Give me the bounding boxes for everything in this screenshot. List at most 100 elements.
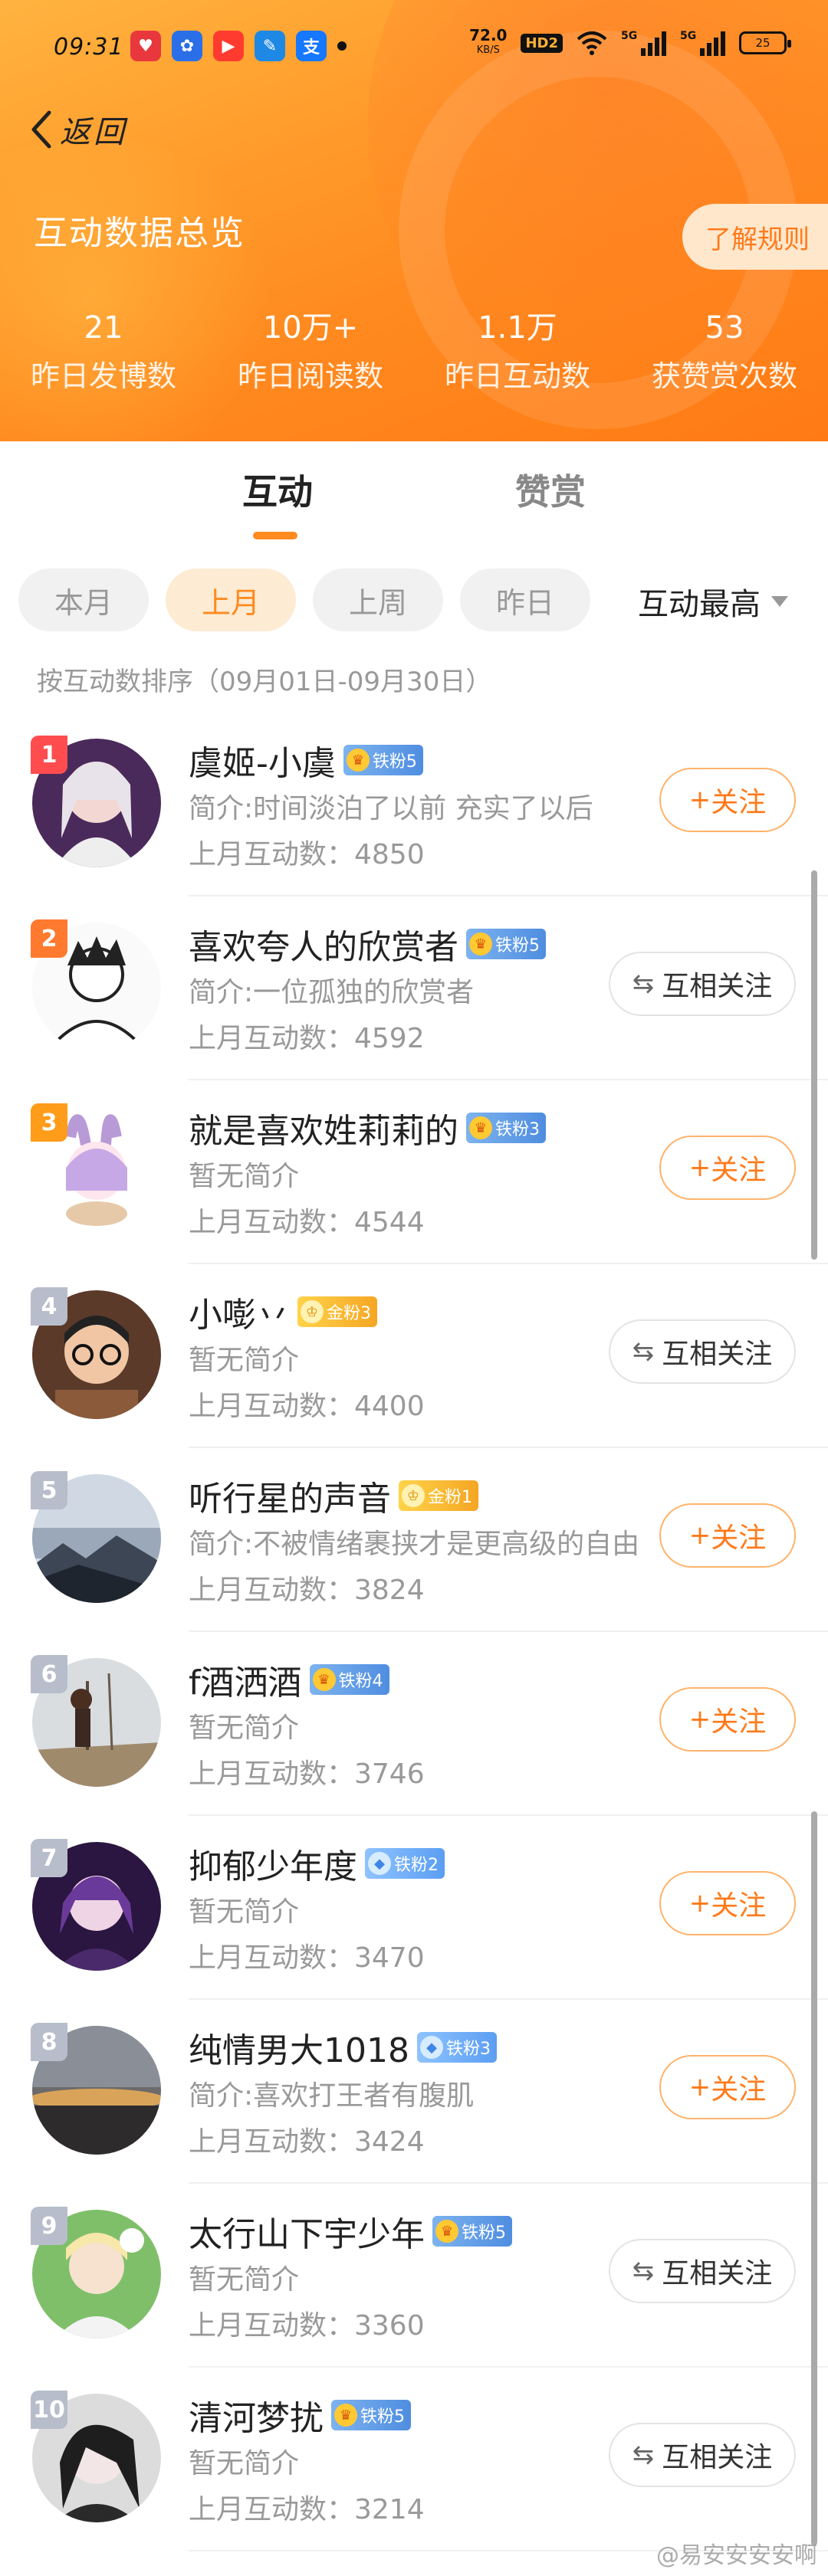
user-name[interactable]: 小嘭丷: [189, 1287, 290, 1336]
interaction-count: 上月互动数：3746: [189, 1758, 425, 1790]
crown-icon: ♛: [312, 1668, 336, 1691]
action-label: 关注: [711, 787, 767, 818]
interaction-count: 上月互动数：3470: [189, 1942, 425, 1974]
mutual-follow-icon: ⇆: [632, 1336, 655, 1367]
interaction-count: 上月互动数：4400: [189, 1391, 425, 1422]
fan-badge-label: 铁粉3: [495, 1120, 540, 1139]
period-filter: 本月 上月 上周 昨日: [18, 569, 590, 631]
fan-badge: ◆ 铁粉3: [416, 2032, 497, 2063]
list-item[interactable]: 4 小嘭丷 ♔ 金粉3 暂无简介 上月互动数：4400 ⇆ 互相关注: [0, 1264, 828, 1448]
user-intro: 简介:一位孤独的欣赏者: [189, 977, 475, 1008]
list-item[interactable]: 8 纯情男大1018 ◆ 铁粉3 简介:喜欢打王者有腹肌 上月互动数：3424 + 关注: [0, 2000, 828, 2184]
chevron-left-icon: [31, 110, 51, 149]
crown-icon: ♛: [334, 2404, 357, 2427]
user-name[interactable]: 就是喜欢姓莉莉的: [189, 1103, 458, 1152]
status-time: 09:31: [54, 34, 124, 61]
interaction-count: 上月互动数：3424: [189, 2126, 425, 2158]
action-label: 关注: [711, 2074, 767, 2106]
rules-button[interactable]: 了解规则: [682, 204, 828, 270]
stat-posts[interactable]: 21 昨日发博数: [0, 306, 207, 403]
video-app-icon: ▶: [213, 31, 244, 61]
user-name[interactable]: 喜欢夸人的欣赏者: [189, 919, 458, 968]
follow-button[interactable]: + 关注: [659, 1871, 796, 1935]
scrollbar[interactable]: [811, 870, 817, 1260]
interaction-count: 上月互动数：3214: [189, 2494, 425, 2525]
sort-label: 互动最高: [638, 587, 761, 622]
back-button[interactable]: 返回: [28, 107, 127, 152]
fan-badge: ♛ 铁粉5: [331, 2400, 411, 2430]
stats-row: 21 昨日发博数 10万+ 昨日阅读数 1.1万 昨日互动数 53 获赞赏次数: [0, 306, 828, 403]
fan-badge: ♛ 铁粉5: [432, 2216, 512, 2247]
list-item[interactable]: 1 虞姬-小虞 ♛ 铁粉5 简介:时间淡泊了以前 充实了以后 上月互动数：4850 + 关注: [0, 713, 828, 896]
user-name[interactable]: 听行星的声音: [189, 1471, 391, 1520]
follow-button[interactable]: + 关注: [659, 1503, 796, 1568]
tab-reward[interactable]: 赞赏: [515, 464, 586, 515]
tab-interaction[interactable]: 互动: [242, 464, 313, 515]
interaction-count: 上月互动数：4850: [189, 839, 425, 870]
scrollbar[interactable]: [811, 1811, 817, 2545]
user-intro: 简介:不被情绪裹挟才是更高级的自由: [189, 1529, 640, 1560]
fan-badge: ♔ 金粉3: [297, 1296, 377, 1327]
fan-badge-label: 铁粉5: [372, 752, 417, 772]
diamond-icon: ◆: [368, 1852, 391, 1875]
stat-interactions[interactable]: 1.1万 昨日互动数: [414, 306, 621, 403]
mutual-follow-icon: ⇆: [632, 2440, 655, 2470]
rank-badge: 8: [31, 2023, 67, 2061]
diamond-icon: ◆: [419, 2036, 443, 2059]
fan-badge: ♔ 金粉1: [399, 1480, 478, 1511]
stat-value: 21: [84, 310, 123, 346]
fan-badge-label: 金粉3: [327, 1304, 371, 1323]
user-name[interactable]: f酒洒酒: [189, 1655, 302, 1704]
stat-label: 昨日互动数: [444, 359, 590, 393]
mutual-follow-button[interactable]: ⇆ 互相关注: [609, 2239, 796, 2303]
list-item[interactable]: 7 抑郁少年度 ◆ 铁粉2 暂无简介 上月互动数：3470 + 关注: [0, 1816, 828, 2000]
wifi-icon: [577, 31, 607, 55]
list-item[interactable]: 9 太行山下宇少年 ♛ 铁粉5 暂无简介 上月互动数：3360 ⇆ 互相关注: [0, 2184, 828, 2368]
follow-button[interactable]: + 关注: [659, 2055, 796, 2119]
mutual-follow-button[interactable]: ⇆ 互相关注: [609, 952, 796, 1016]
fan-badge-label: 金粉1: [428, 1488, 472, 1507]
plus-icon: +: [688, 1152, 711, 1183]
signal-icon: 5G: [621, 30, 666, 56]
app-notification-icon: ♥: [130, 31, 161, 61]
stat-rewards[interactable]: 53 获赞赏次数: [621, 306, 828, 403]
follow-button[interactable]: + 关注: [659, 1136, 796, 1200]
follow-button[interactable]: + 关注: [659, 768, 796, 832]
back-label: 返回: [60, 115, 127, 150]
hd-voice-icon: HD2: [521, 33, 563, 53]
fan-badge-label: 铁粉5: [360, 2407, 405, 2427]
list-item[interactable]: 10 清河梦扰 ♛ 铁粉5 暂无简介 上月互动数：3214 ⇆ 互相关注: [0, 2368, 828, 2551]
caret-down-icon: [771, 596, 788, 607]
mutual-follow-button[interactable]: ⇆ 互相关注: [609, 2423, 796, 2487]
list-item[interactable]: 3 就是喜欢姓莉莉的 ♛ 铁粉3 暂无简介 上月互动数：4544 + 关注: [0, 1080, 828, 1264]
page-title: 互动数据总览: [34, 214, 245, 253]
user-name[interactable]: 清河梦扰: [189, 2391, 324, 2440]
chip-this-month[interactable]: 本月: [18, 569, 149, 631]
rank-badge: 9: [31, 2207, 67, 2245]
user-name[interactable]: 抑郁少年度: [189, 1839, 357, 1888]
gold-crown-icon: ♔: [402, 1484, 425, 1507]
list-item[interactable]: 6 f酒洒酒 ♛ 铁粉4 暂无简介 上月互动数：3746 + 关注: [0, 1632, 828, 1816]
plus-icon: +: [688, 1888, 711, 1919]
fan-badge-label: 铁粉5: [495, 936, 540, 955]
stat-value: 53: [705, 310, 744, 346]
chip-yesterday[interactable]: 昨日: [460, 569, 590, 631]
tab-bar: 互动 赞赏: [0, 464, 828, 549]
user-name[interactable]: 太行山下宇少年: [189, 2207, 425, 2256]
mutual-follow-icon: ⇆: [632, 968, 655, 999]
list-item[interactable]: 2 喜欢夸人的欣赏者 ♛ 铁粉5 简介:一位孤独的欣赏者 上月互动数：4592 ⇆ 互相关注: [0, 896, 828, 1080]
user-name[interactable]: 虞姬-小虞: [189, 736, 336, 785]
rank-badge: 10: [31, 2391, 67, 2429]
follow-button[interactable]: + 关注: [659, 1687, 796, 1752]
interaction-count: 上月互动数：4592: [189, 1023, 425, 1054]
chip-last-month[interactable]: 上月: [166, 569, 296, 631]
sort-dropdown[interactable]: 互动最高: [638, 579, 788, 624]
mutual-follow-button[interactable]: ⇆ 互相关注: [609, 1319, 796, 1384]
fan-badge: ◆ 铁粉2: [365, 1848, 445, 1879]
fan-badge-label: 铁粉2: [394, 1856, 439, 1875]
rank-badge: 3: [31, 1103, 67, 1142]
user-name[interactable]: 纯情男大1018: [189, 2023, 409, 2072]
list-item[interactable]: 5 听行星的声音 ♔ 金粉1 简介:不被情绪裹挟才是更高级的自由 上月互动数：3824 + 关…: [0, 1448, 828, 1632]
stat-reads[interactable]: 10万+ 昨日阅读数: [207, 306, 414, 403]
chip-last-week[interactable]: 上周: [313, 569, 443, 631]
